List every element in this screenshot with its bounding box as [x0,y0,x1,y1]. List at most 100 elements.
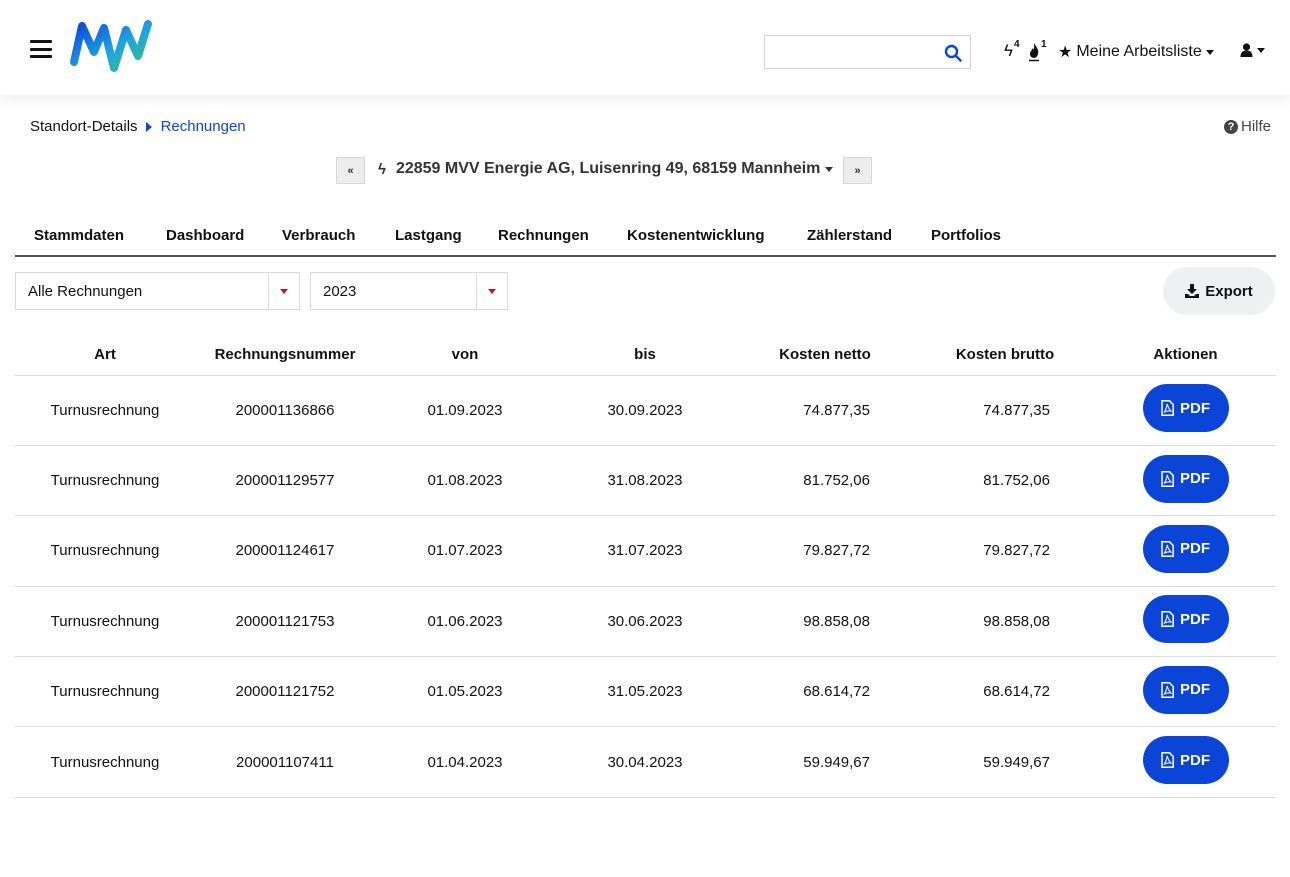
dropdown-arrow [268,273,299,309]
cell-kosten-brutto: 79.827,72 [915,515,1095,587]
table-row: Turnusrechnung 200001129577 01.08.2023 31.0… [15,445,1276,517]
search-input[interactable] [765,36,935,68]
location-dropdown[interactable]: ϟ 22859 MVV Energie AG, Luisenring 49, 6… [378,160,834,178]
caret-down-icon [280,289,288,294]
cell-von: 01.06.2023 [375,586,555,658]
export-button[interactable]: Export [1163,267,1275,315]
cell-kosten-brutto: 81.752,06 [915,445,1095,517]
pdf-download-button[interactable]: PDF [1142,524,1229,573]
search-box [764,35,971,69]
cell-rechnungsnummer: 200001136866 [195,375,375,446]
column-header-art[interactable]: Art [15,335,195,376]
cell-von: 01.07.2023 [375,515,555,587]
cell-bis: 30.09.2023 [555,375,735,446]
tab-dashboard[interactable]: Dashboard [166,227,244,244]
user-menu[interactable] [1240,43,1265,57]
pdf-download-button[interactable]: PDF [1142,665,1229,714]
previous-location-button[interactable]: « [336,157,365,184]
invoice-type-select[interactable]: Alle Rechnungen [15,272,300,310]
dropdown-arrow [476,273,507,309]
question-circle-icon: ? [1224,119,1238,134]
cell-kosten-brutto: 74.877,35 [915,375,1095,446]
chevron-down-icon [825,166,834,172]
cell-art: Turnusrechnung [15,445,195,517]
table-header-row: Art Rechnungsnummer von bis Kosten netto… [15,335,1276,376]
cell-von: 01.04.2023 [375,726,555,798]
tab-portfolios[interactable]: Portfolios [931,227,1001,244]
pdf-download-button[interactable]: PDF [1142,454,1229,503]
cell-aktionen: PDF [1095,656,1276,728]
cell-rechnungsnummer: 200001121752 [195,656,375,728]
column-header-von[interactable]: von [375,335,555,376]
file-pdf-icon [1161,681,1174,698]
tab-lastgang[interactable]: Lastgang [395,227,462,244]
cell-kosten-netto: 79.827,72 [735,515,915,587]
cell-art: Turnusrechnung [15,656,195,728]
chevron-down-icon [1205,49,1214,55]
pdf-button-label: PDF [1180,399,1210,417]
cell-aktionen: PDF [1095,726,1276,798]
year-select[interactable]: 2023 [310,272,508,310]
cell-von: 01.08.2023 [375,445,555,517]
power-notification[interactable]: ϟ 4 [1004,40,1020,62]
caret-down-icon [488,289,496,294]
mvv-logo[interactable] [68,18,152,78]
column-header-aktionen: Aktionen [1095,335,1276,376]
star-icon: ★ [1058,44,1073,61]
top-bar: ϟ 4 1 ★ Meine Arbeitsliste [0,0,1290,95]
pdf-button-label: PDF [1180,470,1210,488]
cell-bis: 30.06.2023 [555,586,735,658]
column-header-kosten-netto[interactable]: Kosten netto [735,335,915,376]
tab-verbrauch[interactable]: Verbrauch [282,227,355,244]
cell-kosten-brutto: 68.614,72 [915,656,1095,728]
cell-rechnungsnummer: 200001124617 [195,515,375,587]
tab-zaehlerstand[interactable]: Zählerstand [807,227,892,244]
cell-aktionen: PDF [1095,586,1276,658]
column-header-kosten-brutto[interactable]: Kosten brutto [915,335,1095,376]
breadcrumb: Standort-Details Rechnungen [30,118,246,135]
gas-notification[interactable]: 1 [1028,40,1047,62]
invoices-table: Art Rechnungsnummer von bis Kosten netto… [15,335,1276,798]
table-row: Turnusrechnung 200001136866 01.09.2023 30.0… [15,375,1276,446]
cell-art: Turnusrechnung [15,726,195,798]
cell-aktionen: PDF [1095,515,1276,587]
search-icon[interactable] [944,44,962,62]
double-chevron-right-icon: » [854,164,861,177]
cell-bis: 31.07.2023 [555,515,735,587]
cell-kosten-netto: 68.614,72 [735,656,915,728]
table-row: Turnusrechnung 200001124617 01.07.2023 31.0… [15,515,1276,587]
menu-icon[interactable] [30,40,52,58]
tab-stammdaten[interactable]: Stammdaten [34,227,124,244]
table-body: Turnusrechnung 200001136866 01.09.2023 30.0… [15,375,1276,798]
file-pdf-icon [1161,611,1174,628]
pdf-button-label: PDF [1180,540,1210,558]
notification-count: 4 [1014,39,1020,50]
help-link[interactable]: ? Hilfe [1224,118,1271,135]
pdf-download-button[interactable]: PDF [1142,595,1229,644]
cell-rechnungsnummer: 200001121753 [195,586,375,658]
file-pdf-icon [1161,541,1174,557]
pdf-button-label: PDF [1180,610,1210,628]
tab-rechnungen[interactable]: Rechnungen [498,227,589,244]
table-row: Turnusrechnung 200001107411 01.04.2023 30.0… [15,726,1276,798]
column-header-rechnungsnummer[interactable]: Rechnungsnummer [195,335,375,376]
cell-aktionen: PDF [1095,375,1276,446]
tab-kostenentwicklung[interactable]: Kostenentwicklung [627,227,765,244]
cell-bis: 31.05.2023 [555,656,735,728]
pdf-download-button[interactable]: PDF [1142,736,1229,785]
file-pdf-icon [1161,470,1174,487]
breadcrumb-current: Rechnungen [160,118,246,135]
column-header-bis[interactable]: bis [555,335,735,376]
cell-bis: 31.08.2023 [555,445,735,517]
cell-kosten-netto: 74.877,35 [735,375,915,446]
cell-aktionen: PDF [1095,445,1276,517]
cell-art: Turnusrechnung [15,515,195,587]
chevron-right-icon [145,121,152,132]
pdf-download-button[interactable]: PDF [1142,384,1229,433]
bolt-icon: ϟ [378,160,386,178]
worklist-dropdown[interactable]: ★ Meine Arbeitsliste [1058,42,1214,62]
cell-art: Turnusrechnung [15,375,195,446]
breadcrumb-parent[interactable]: Standort-Details [30,118,138,135]
tab-bar: Stammdaten Dashboard Verbrauch Lastgang … [15,225,1276,257]
next-location-button[interactable]: » [843,157,872,184]
